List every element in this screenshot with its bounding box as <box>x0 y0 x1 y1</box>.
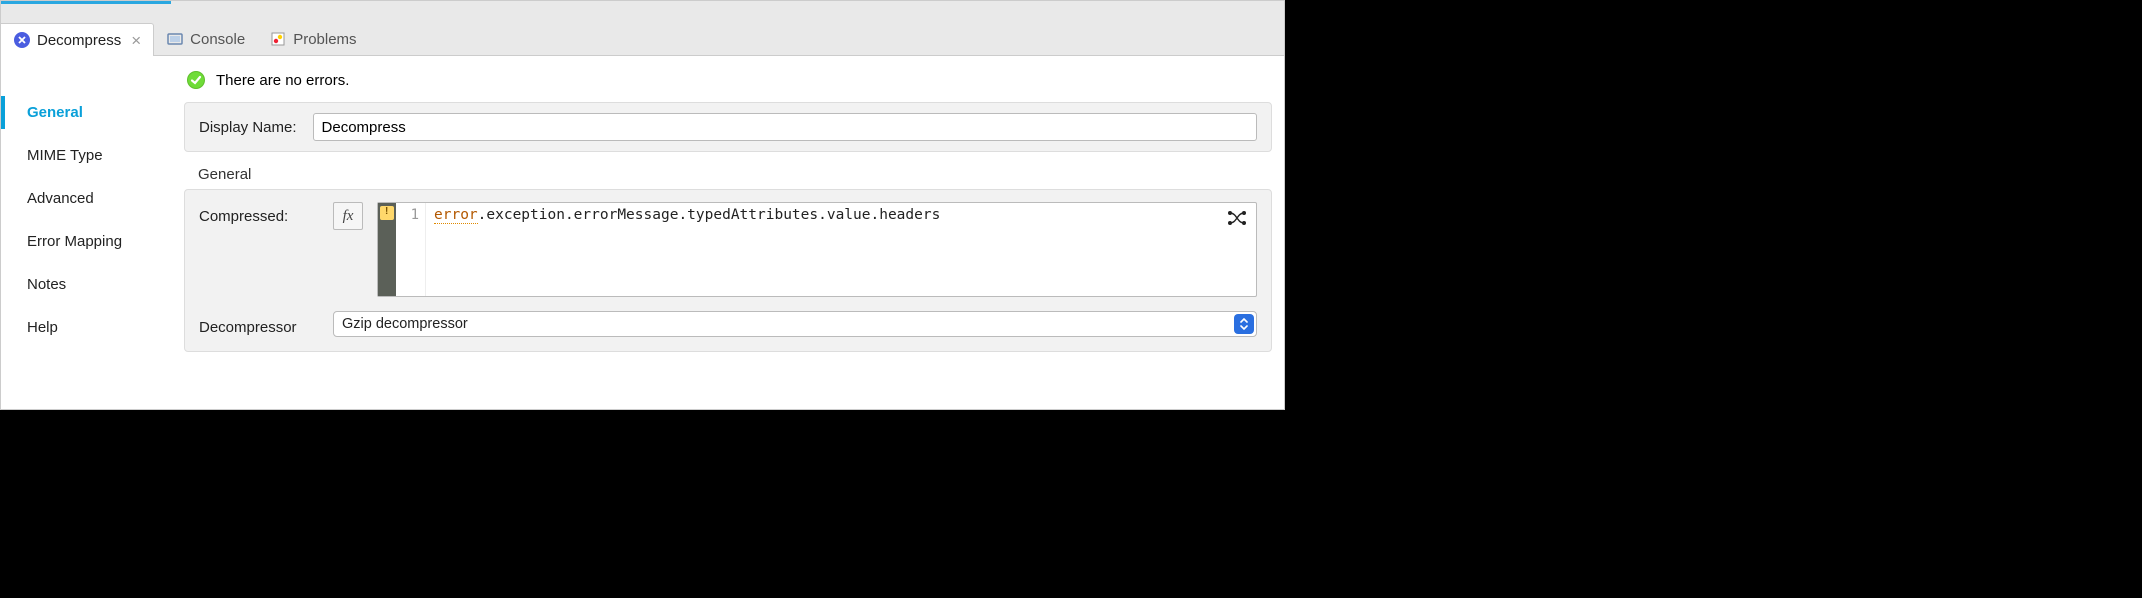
sidebar-item-notes[interactable]: Notes <box>1 268 176 301</box>
status-text: There are no errors. <box>216 72 349 89</box>
compress-icon <box>13 31 31 49</box>
display-name-panel: Display Name: <box>184 102 1272 152</box>
compressed-row: Compressed: fx 1 error.exception.errorMe… <box>199 202 1257 297</box>
tab-label: Decompress <box>37 32 121 49</box>
section-title-general: General <box>176 162 1284 189</box>
content-area: There are no errors. Display Name: Gener… <box>176 56 1284 409</box>
tab-decompress[interactable]: Decompress × <box>1 23 154 56</box>
code-token-error: error <box>434 207 478 224</box>
decompressor-select[interactable] <box>333 311 1257 337</box>
sidebar-item-errormapping[interactable]: Error Mapping <box>1 225 176 258</box>
warning-icon <box>380 206 394 220</box>
tab-strip: Decompress × Console Problems <box>1 1 1284 56</box>
graph-icon[interactable] <box>1224 207 1250 229</box>
sidebar-item-advanced[interactable]: Advanced <box>1 182 176 215</box>
tab-label: Problems <box>293 31 356 48</box>
main-area: General MIME Type Advanced Error Mapping… <box>1 56 1284 409</box>
active-tab-accent <box>1 1 171 4</box>
app-window: Decompress × Console Problems <box>0 0 1285 410</box>
line-number: 1 <box>396 203 426 296</box>
decompressor-label: Decompressor <box>199 313 319 336</box>
tab-problems[interactable]: Problems <box>257 23 368 55</box>
check-circle-icon <box>186 70 206 90</box>
display-name-input[interactable] <box>313 113 1257 141</box>
tab-label: Console <box>190 31 245 48</box>
tab-console[interactable]: Console <box>154 23 257 55</box>
console-icon <box>166 30 184 48</box>
sidebar: General MIME Type Advanced Error Mapping… <box>1 56 176 409</box>
status-bar: There are no errors. <box>176 56 1284 102</box>
chevron-updown-icon[interactable] <box>1234 314 1254 334</box>
display-name-label: Display Name: <box>199 119 297 136</box>
fx-button[interactable]: fx <box>333 202 363 230</box>
decompressor-row: Decompressor <box>199 311 1257 337</box>
editor-gutter <box>378 203 396 296</box>
sidebar-item-general[interactable]: General <box>1 96 176 129</box>
code-token-rest: .exception.errorMessage.typedAttributes.… <box>478 207 941 223</box>
general-panel: Compressed: fx 1 error.exception.errorMe… <box>184 189 1272 352</box>
close-icon[interactable]: × <box>131 32 141 49</box>
decompressor-select-wrap <box>333 311 1257 337</box>
sidebar-item-help[interactable]: Help <box>1 311 176 344</box>
sidebar-item-mimetype[interactable]: MIME Type <box>1 139 176 172</box>
problems-icon <box>269 30 287 48</box>
compressed-label: Compressed: <box>199 202 319 225</box>
expression-code[interactable]: error.exception.errorMessage.typedAttrib… <box>426 203 1256 296</box>
expression-editor[interactable]: 1 error.exception.errorMessage.typedAttr… <box>377 202 1257 297</box>
